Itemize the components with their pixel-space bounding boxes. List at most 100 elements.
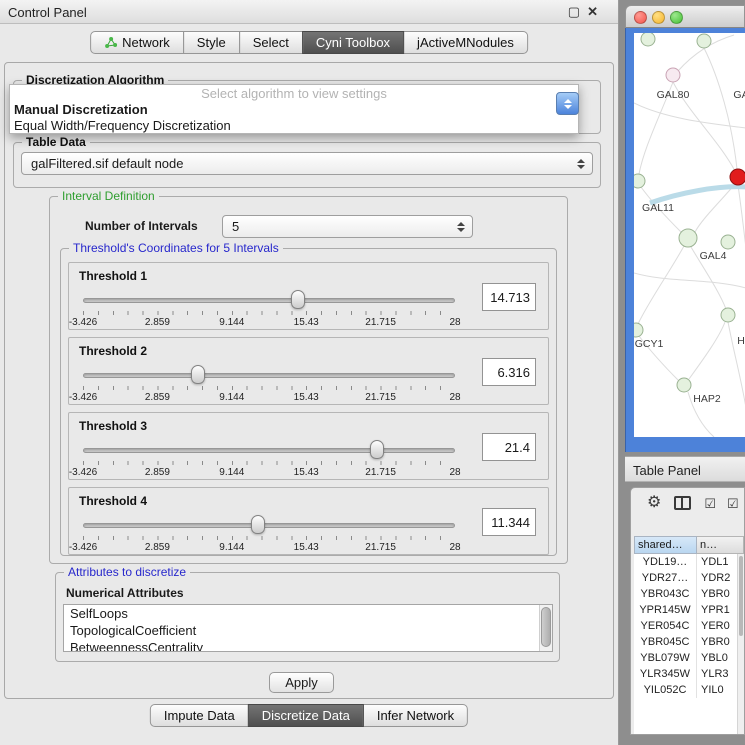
table-row[interactable]: YDR27… YDR2 (634, 570, 744, 586)
select-all-columns-icon[interactable]: ☑ (704, 497, 714, 510)
window-title: Control Panel (8, 5, 87, 20)
tab-jactivemnodules[interactable]: jActiveMNodules (403, 31, 528, 54)
threshold-2-slider[interactable]: -3.426 2.859 9.144 15.43 21.715 28 (83, 364, 455, 404)
float-window-icon[interactable]: ▢ (568, 4, 580, 20)
gear-icon[interactable]: ⚙ (647, 495, 661, 511)
list-scrollbar[interactable] (539, 605, 552, 651)
cell-shared-name[interactable]: YBL079W (634, 650, 697, 666)
close-traffic-light[interactable] (634, 11, 647, 24)
table-row[interactable]: YBR045C YBR0 (634, 634, 744, 650)
tab-discretize-data[interactable]: Discretize Data (248, 704, 364, 727)
scale-label: -3.426 (69, 542, 97, 553)
column-header-shared-name[interactable]: shared… (634, 536, 697, 554)
close-window-icon[interactable]: ✕ (587, 4, 598, 20)
slider-track[interactable] (83, 448, 455, 453)
threshold-4-slider[interactable]: -3.426 2.859 9.144 15.43 21.715 28 (83, 514, 455, 554)
network-node[interactable] (679, 229, 697, 247)
table-row[interactable]: YDL19… YDL1 (634, 554, 744, 570)
combo-arrows-icon (457, 216, 465, 237)
tab-style[interactable]: Style (183, 31, 240, 54)
cell-shared-name[interactable]: YER054C (634, 618, 697, 634)
table-row[interactable]: YPR145W YPR1 (634, 602, 744, 618)
tab-label: Discretize Data (262, 708, 350, 723)
slider-track[interactable] (83, 523, 455, 528)
selected-red-node[interactable] (730, 169, 745, 185)
scale-label: 9.144 (219, 467, 244, 478)
slider-thumb[interactable] (191, 365, 205, 384)
select-none-columns-icon[interactable]: ☑ (727, 497, 737, 510)
columns-icon[interactable] (674, 496, 691, 510)
algorithm-dropdown-popup: Select algorithm to view settings Manual… (9, 84, 579, 134)
tab-select[interactable]: Select (239, 31, 303, 54)
cell-shared-name[interactable]: YLR345W (634, 666, 697, 682)
scale-label: -3.426 (69, 467, 97, 478)
threshold-value-field[interactable]: 14.713 (482, 283, 536, 311)
table-row[interactable]: YER054C YER0 (634, 618, 744, 634)
column-header-name[interactable]: n… (697, 536, 744, 554)
slider-thumb[interactable] (251, 515, 265, 534)
table-row[interactable]: YIL052C YIL0 (634, 682, 744, 698)
threshold-value-field[interactable]: 6.316 (482, 358, 536, 386)
network-node[interactable] (666, 68, 680, 82)
scale-label: 21.715 (365, 542, 396, 553)
threshold-label: Threshold 2 (79, 344, 147, 358)
control-panel-titlebar: Control Panel ▢ ✕ (0, 0, 618, 24)
scale-label: 28 (449, 542, 460, 553)
list-item[interactable]: TopologicalCoefficient (64, 622, 552, 639)
table-toolbar: ⚙ ☑ ☑ (631, 488, 744, 518)
table-data-combobox[interactable]: galFiltered.sif default node (21, 152, 593, 175)
network-canvas[interactable]: GAL80 GA GAL11 GAL4 GCY1 HAP2 H (634, 33, 745, 437)
scale-label: 2.859 (145, 467, 170, 478)
slider-track[interactable] (83, 373, 455, 378)
slider-thumb[interactable] (291, 290, 305, 309)
table-data-selected-value: galFiltered.sif default node (31, 156, 183, 171)
tab-infer-network[interactable]: Infer Network (363, 704, 468, 727)
bottom-tab-bar: Impute Data Discretize Data Infer Networ… (150, 704, 468, 727)
cell-shared-name[interactable]: YIL052C (634, 682, 697, 698)
network-node[interactable] (697, 34, 711, 48)
slider-thumb[interactable] (370, 440, 384, 459)
table-row[interactable]: YBR043C YBR0 (634, 586, 744, 602)
cell-shared-name[interactable]: YDL19… (634, 554, 697, 570)
algorithm-dropdown-arrow-button[interactable] (556, 92, 579, 115)
table-panel-titlebar: Table Panel (625, 456, 745, 482)
network-node[interactable] (634, 323, 643, 337)
threshold-value-field[interactable]: 21.4 (482, 433, 536, 461)
minimize-traffic-light[interactable] (652, 11, 665, 24)
scrollbar-thumb[interactable] (541, 607, 551, 647)
network-node[interactable] (677, 378, 691, 392)
tab-label: Cyni Toolbox (316, 35, 390, 50)
network-node[interactable] (721, 235, 735, 249)
threshold-value-field[interactable]: 11.344 (482, 508, 536, 536)
tab-network[interactable]: Network (90, 31, 184, 54)
list-item[interactable]: SelfLoops (64, 605, 552, 622)
cell-shared-name[interactable]: YBR043C (634, 586, 697, 602)
cell-shared-name[interactable]: YDR27… (634, 570, 697, 586)
cell-shared-name[interactable]: YBR045C (634, 634, 697, 650)
scrollbar-thumb[interactable] (739, 556, 743, 636)
algorithm-option-manual[interactable]: Manual Discretization (10, 102, 578, 118)
threshold-2-panel: Threshold 2 -3.426 2.859 9.144 15.43 21.… (68, 337, 549, 405)
tab-cyni-toolbox[interactable]: Cyni Toolbox (302, 31, 404, 54)
network-node[interactable] (641, 33, 655, 46)
cell-shared-name[interactable]: YPR145W (634, 602, 697, 618)
scale-label: 15.43 (294, 392, 319, 403)
list-item[interactable]: BetweennessCentrality (64, 639, 552, 652)
scale-label: 28 (449, 317, 460, 328)
algorithm-option-equal-width[interactable]: Equal Width/Frequency Discretization (10, 118, 578, 134)
algorithm-placeholder-item[interactable]: Select algorithm to view settings (10, 85, 578, 102)
table-row[interactable]: YBL079W YBL0 (634, 650, 744, 666)
network-window-frame: GAL80 GA GAL11 GAL4 GCY1 HAP2 H (625, 28, 745, 452)
tab-impute-data[interactable]: Impute Data (150, 704, 249, 727)
number-of-intervals-combobox[interactable]: 5 (222, 215, 473, 238)
network-node[interactable] (634, 174, 645, 188)
threshold-3-slider[interactable]: -3.426 2.859 9.144 15.43 21.715 28 (83, 439, 455, 479)
apply-button[interactable]: Apply (269, 672, 334, 693)
slider-track[interactable] (83, 298, 455, 303)
table-row[interactable]: YLR345W YLR3 (634, 666, 744, 682)
threshold-1-slider[interactable]: -3.426 2.859 9.144 15.43 21.715 28 (83, 289, 455, 329)
scale-label: 15.43 (294, 317, 319, 328)
network-node[interactable] (721, 308, 735, 322)
zoom-traffic-light[interactable] (670, 11, 683, 24)
table-scrollbar[interactable] (737, 554, 744, 734)
